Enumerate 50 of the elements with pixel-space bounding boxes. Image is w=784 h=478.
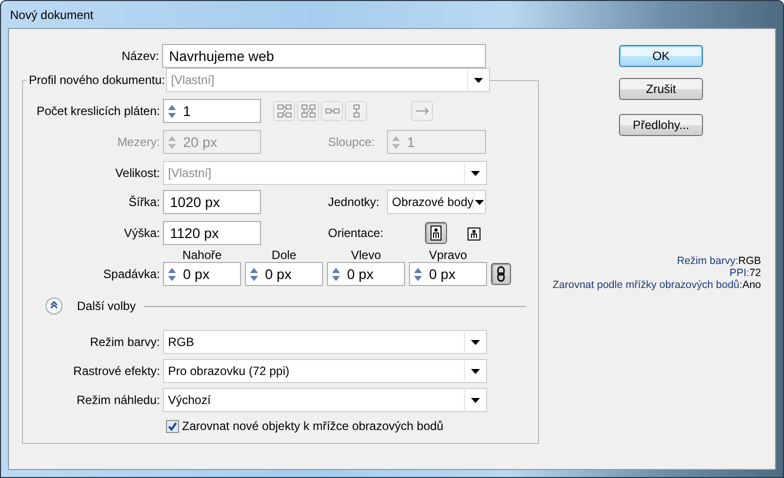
summary-line: PPI:72 (728, 267, 761, 279)
field-label: Počet kreslicích pláten: (36, 103, 161, 120)
field-label: Sloupce: (328, 134, 376, 151)
orientation-button[interactable] (425, 222, 447, 244)
field-heading: Nahoře (181, 247, 223, 262)
text-field[interactable]: 1020 px (163, 190, 261, 214)
caret-icon (475, 200, 484, 204)
caret-icon (471, 398, 480, 402)
caret-icon (471, 368, 480, 374)
window-title: Nový dokument (10, 6, 94, 24)
field-label: Velikost: (114, 165, 161, 182)
field-label: Spadávka: (102, 266, 161, 283)
grid-layout-icon (276, 104, 292, 118)
dialog-button[interactable]: Předlohy... (619, 114, 703, 136)
caret-icon (471, 340, 480, 344)
grid-layout-icon (300, 104, 316, 118)
checkbox-label[interactable]: Zarovnat nové objekty k mřížce obrazových bodů (182, 417, 444, 435)
field-label: Šířka: (128, 194, 161, 211)
field-label: Orientace: (328, 225, 384, 242)
summary-line: Zarovnat podle mřížky obrazových bodů:Ano (552, 279, 761, 291)
field-label: Název: (120, 48, 160, 65)
dialog-button[interactable]: Zrušit (619, 78, 703, 100)
checkbox[interactable] (166, 420, 179, 432)
dropdown[interactable]: Pro obrazovku (72 ppi) (163, 359, 487, 383)
field-label: Rastrové efekty: (72, 363, 161, 380)
field-label: Mezery: (116, 134, 161, 151)
field-heading: Vpravo (428, 247, 468, 262)
section-label: Další volby (77, 298, 136, 315)
caret-icon (474, 78, 483, 82)
portrait-icon (429, 225, 443, 241)
field-label: Režim barvy: (88, 334, 161, 351)
field-label: Režim náhledu: (76, 392, 161, 409)
field-label: Profil nového dokumentu: (26, 73, 166, 87)
collapse-icon (45, 297, 63, 315)
field-label: Výška: (122, 225, 161, 242)
chain-link-icon (497, 266, 505, 282)
expand-button[interactable] (44, 296, 64, 316)
field-label: Jednotky: (328, 194, 380, 211)
field-heading: Dole (270, 247, 298, 262)
text-field[interactable]: 1120 px (163, 221, 261, 245)
dropdown[interactable]: Výchozí (163, 388, 487, 412)
link-button[interactable] (491, 263, 511, 285)
landscape-icon (467, 225, 481, 241)
caret-icon (471, 170, 480, 176)
text-field[interactable]: Navrhujeme web (162, 44, 486, 68)
summary-line: Režim barvy:RGB (676, 255, 761, 267)
dropdown[interactable]: RGB (163, 330, 487, 354)
dropdown[interactable]: Obrazové body (387, 190, 486, 214)
dialog-button[interactable]: OK (619, 45, 703, 67)
field-heading: Vlevo (350, 247, 382, 262)
